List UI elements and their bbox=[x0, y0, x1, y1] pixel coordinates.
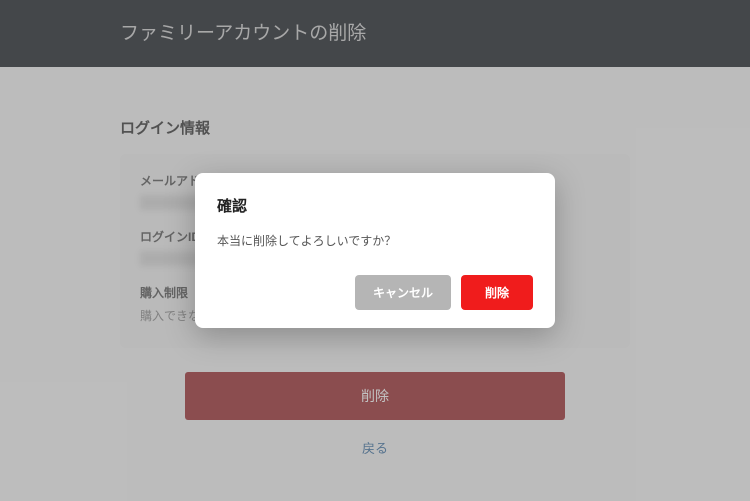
modal-overlay[interactable]: 確認 本当に削除してよろしいですか？ キャンセル 削除 bbox=[0, 0, 750, 501]
cancel-button[interactable]: キャンセル bbox=[355, 275, 451, 310]
modal-title: 確認 bbox=[217, 195, 533, 216]
confirm-delete-button[interactable]: 削除 bbox=[461, 275, 533, 310]
modal-message: 本当に削除してよろしいですか？ bbox=[217, 232, 533, 249]
confirm-modal: 確認 本当に削除してよろしいですか？ キャンセル 削除 bbox=[195, 173, 555, 328]
modal-actions: キャンセル 削除 bbox=[217, 275, 533, 310]
